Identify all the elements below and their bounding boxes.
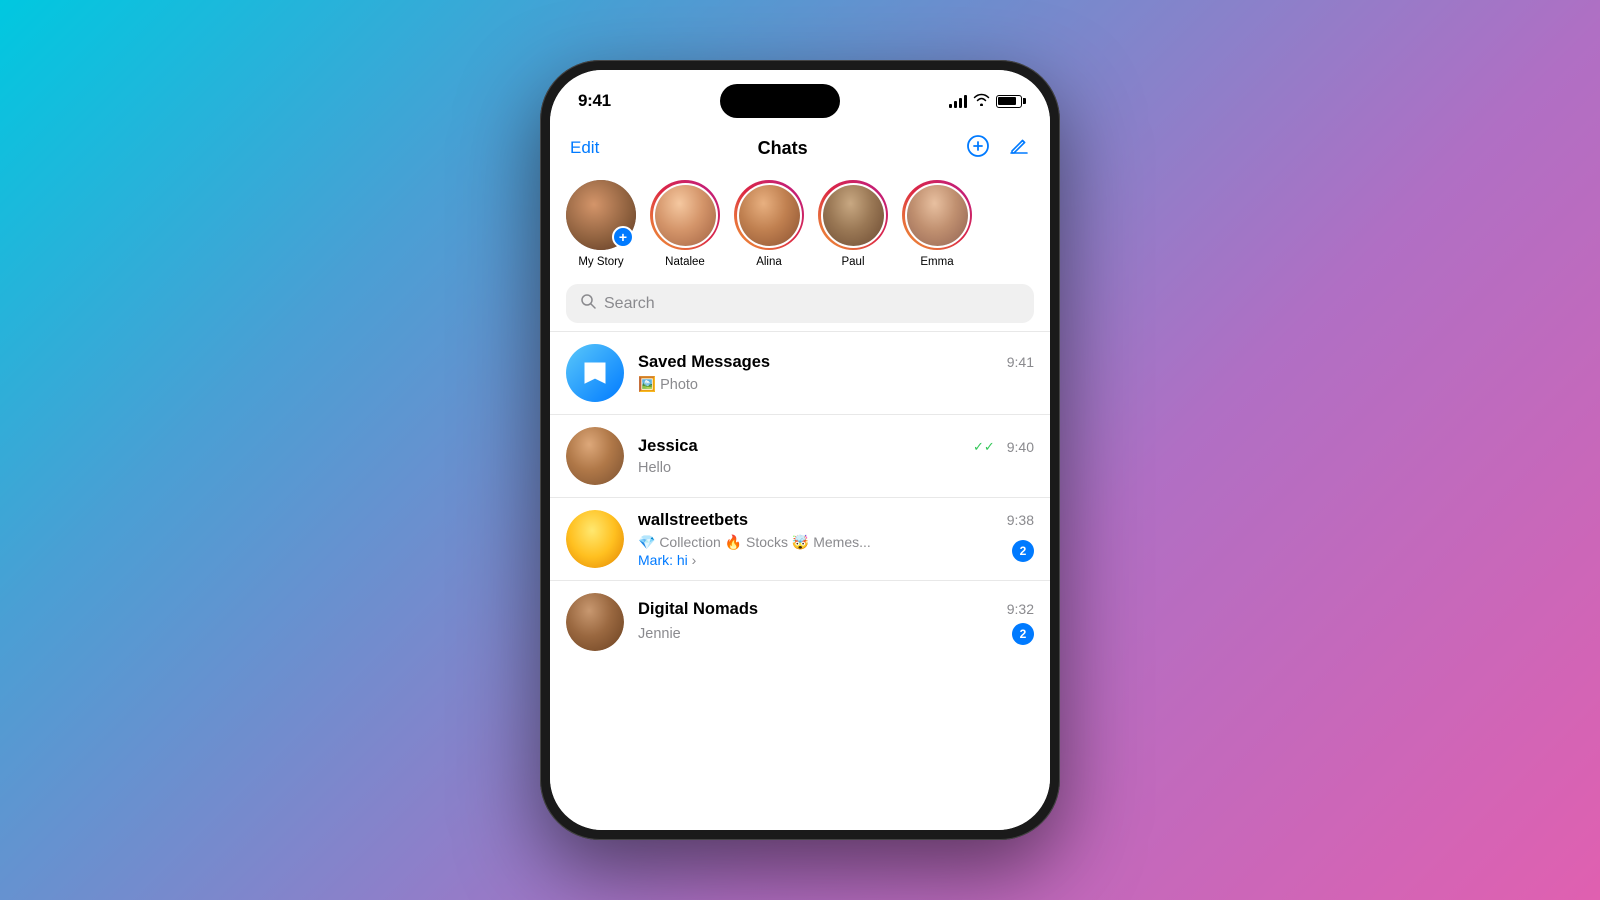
battery-icon: [996, 95, 1022, 108]
chat-preview-digital-nomads: Jennie: [638, 626, 1004, 642]
chat-item-saved-messages[interactable]: Saved Messages 9:41 🖼️ Photo: [550, 332, 1050, 415]
dynamic-island: [720, 84, 840, 118]
chat-time-jessica: 9:40: [1007, 439, 1034, 455]
chat-time-digital-nomads: 9:32: [1007, 601, 1034, 617]
chats-header: Edit Chats: [550, 126, 1050, 174]
chat-name-wallstreetbets: wallstreetbets: [638, 511, 748, 530]
chat-preview-jessica: Hello: [638, 460, 1034, 476]
story-item-natalee[interactable]: Natalee: [650, 180, 720, 268]
signal-icon: [949, 94, 967, 108]
chat-tags-wallstreetbets: 💎 Collection 🔥 Stocks 🤯 Memes...: [638, 534, 1004, 551]
phone-screen: 9:41: [550, 70, 1050, 830]
avatar-digital-nomads: [566, 593, 624, 651]
edit-button[interactable]: Edit: [570, 138, 599, 158]
chat-preview-saved-messages: 🖼️ Photo: [638, 376, 1034, 393]
story-item-my-story[interactable]: + My Story: [566, 180, 636, 268]
status-time: 9:41: [578, 91, 611, 111]
avatar-alina: [737, 183, 802, 248]
chat-item-digital-nomads[interactable]: Digital Nomads 9:32 Jennie 2: [550, 581, 1050, 663]
chat-list: Saved Messages 9:41 🖼️ Photo Jessica: [550, 332, 1050, 830]
avatar-paul: [821, 183, 886, 248]
status-bar: 9:41: [550, 70, 1050, 126]
wifi-icon: [973, 93, 990, 109]
story-item-paul[interactable]: Paul: [818, 180, 888, 268]
search-bar[interactable]: Search: [566, 284, 1034, 323]
search-placeholder: Search: [604, 295, 655, 313]
story-name-natalee: Natalee: [665, 256, 705, 268]
avatar-saved-messages: [566, 344, 624, 402]
chat-time-wallstreetbets: 9:38: [1007, 512, 1034, 528]
story-name-emma: Emma: [920, 256, 953, 268]
chat-mark-wallstreetbets: Mark: hi ›: [638, 552, 1004, 568]
avatar-natalee: [653, 183, 718, 248]
story-item-emma[interactable]: Emma: [902, 180, 972, 268]
read-receipt-icon: ✓✓: [973, 439, 995, 455]
story-item-alina[interactable]: Alina: [734, 180, 804, 268]
story-name-my-story: My Story: [578, 256, 623, 268]
chat-item-jessica[interactable]: Jessica ✓✓ 9:40 Hello: [550, 415, 1050, 498]
add-story-badge: +: [612, 226, 634, 248]
chat-item-wallstreetbets[interactable]: wallstreetbets 9:38 💎 Collection 🔥 Stock…: [550, 498, 1050, 581]
avatar-emma: [905, 183, 970, 248]
compose-button[interactable]: [1008, 135, 1030, 161]
add-chat-button[interactable]: [966, 134, 990, 162]
phone-frame: 9:41: [540, 60, 1060, 840]
chat-name-jessica: Jessica: [638, 437, 698, 456]
unread-badge-wallstreetbets: 2: [1012, 540, 1034, 562]
chat-time-saved-messages: 9:41: [1007, 354, 1034, 370]
search-icon: [580, 293, 596, 314]
chat-name-digital-nomads: Digital Nomads: [638, 600, 758, 619]
page-title: Chats: [758, 138, 808, 159]
story-name-paul: Paul: [841, 256, 864, 268]
chat-name-saved-messages: Saved Messages: [638, 353, 770, 372]
stories-row: + My Story Natalee: [550, 174, 1050, 282]
avatar-jessica: [566, 427, 624, 485]
header-actions: [966, 134, 1030, 162]
story-name-alina: Alina: [756, 256, 782, 268]
unread-badge-digital-nomads: 2: [1012, 623, 1034, 645]
status-icons: [949, 93, 1022, 109]
avatar-wallstreetbets: [566, 510, 624, 568]
